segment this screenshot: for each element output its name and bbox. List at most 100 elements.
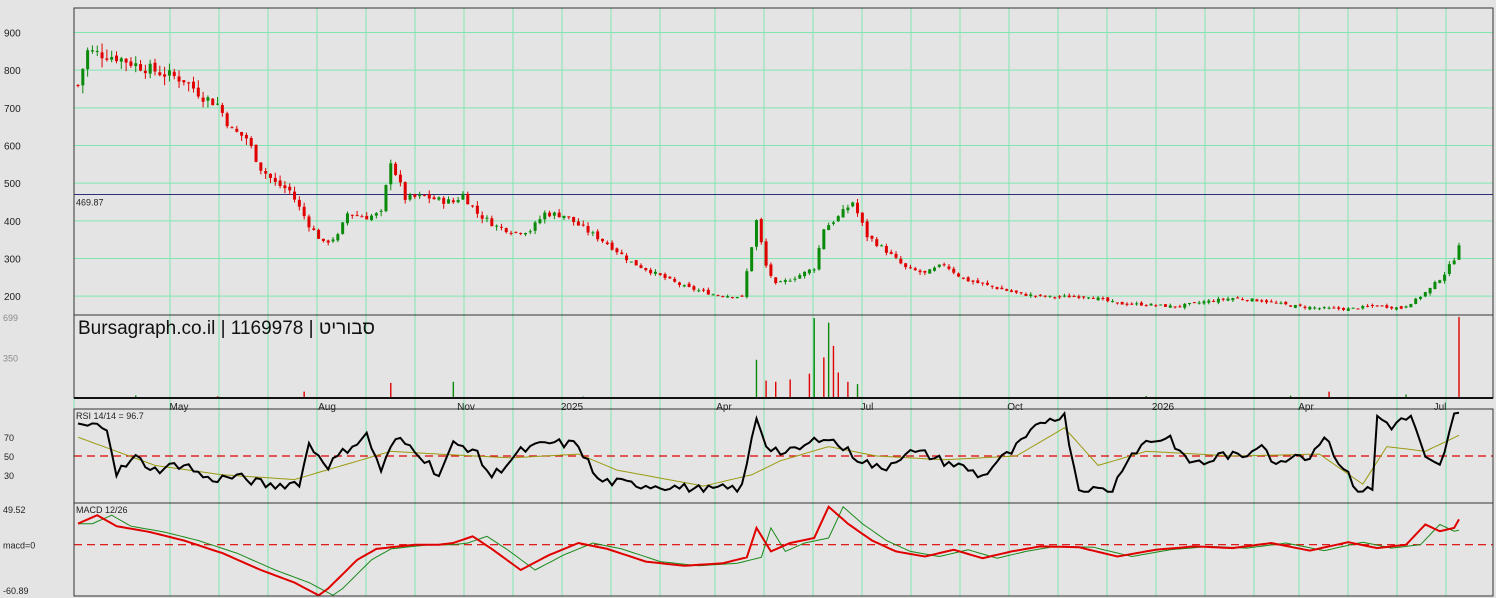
candle-body [1385, 305, 1389, 308]
candle-body [1197, 302, 1201, 304]
candle-body [95, 50, 99, 52]
candle-body [716, 295, 720, 297]
candle-body [509, 232, 513, 234]
candle-body [581, 224, 585, 226]
candle-body [1024, 293, 1028, 296]
candle-body [307, 216, 311, 228]
candle-body [1216, 298, 1220, 303]
candle-body [1168, 305, 1172, 308]
candle-body [268, 173, 272, 178]
candle-body [774, 277, 778, 284]
candle-body [856, 202, 860, 214]
candle-body [1284, 301, 1288, 305]
candle-body [1298, 304, 1302, 306]
x-axis-month-label: Nov [457, 402, 475, 413]
candle-body [639, 265, 643, 268]
candle-body [143, 70, 147, 74]
candle-body [365, 216, 369, 220]
candle-body [1337, 307, 1341, 309]
candle-body [1106, 297, 1110, 302]
candle-body [499, 226, 503, 228]
candle-body [437, 197, 441, 200]
volume-bar [390, 382, 392, 398]
candle-body [702, 289, 706, 291]
candle-body [817, 247, 821, 270]
candle-body [1183, 303, 1187, 308]
candle-body [196, 87, 200, 97]
candle-body [1394, 307, 1398, 310]
candle-body [586, 225, 590, 233]
candle-body [312, 228, 316, 230]
candle-body [278, 180, 282, 186]
candle-body [394, 163, 398, 175]
candle-body [615, 248, 619, 253]
candle-body [985, 282, 989, 285]
candle-body [1077, 296, 1081, 298]
candle-body [1125, 303, 1129, 305]
candle-body [981, 282, 985, 284]
candle-body [1009, 290, 1013, 292]
candle-body [1221, 298, 1225, 300]
candle-body [81, 68, 85, 86]
candle-body [432, 197, 436, 200]
candle-body [1404, 306, 1408, 308]
candle-body [1029, 294, 1033, 296]
candle-body [1342, 307, 1346, 310]
candle-body [673, 279, 677, 282]
candle-body [620, 252, 624, 255]
candle-body [740, 295, 744, 297]
candle-body [605, 242, 609, 245]
candle-body [105, 58, 109, 60]
candle-body [937, 264, 941, 267]
candle-body [730, 297, 734, 299]
rsi-label: RSI 14/14 = 96.7 [76, 411, 144, 421]
candle-body [1038, 294, 1042, 296]
volume-bar [837, 372, 839, 398]
candle-body [1188, 302, 1192, 304]
candle-body [360, 216, 364, 218]
candle-body [976, 280, 980, 284]
rsi-tick-label: 50 [4, 452, 14, 462]
candle-body [663, 274, 667, 278]
candle-body [389, 163, 393, 185]
candle-body [1399, 306, 1403, 309]
candle-body [812, 269, 816, 271]
candle-body [957, 273, 961, 277]
x-axis-month-label: Aug [318, 402, 336, 413]
candle-body [249, 137, 253, 146]
stock-chart: 900 800 700 600 500 400 300 200 469.87 699 350 May A… [0, 0, 1496, 598]
price-tick-label: 800 [4, 66, 21, 77]
candle-body [259, 162, 263, 171]
candle-body [1231, 298, 1235, 301]
volume-bar [789, 379, 791, 398]
candle-body [288, 186, 292, 191]
candle-body [1111, 301, 1115, 303]
candle-body [552, 212, 556, 216]
candle-body [177, 76, 181, 82]
candle-body [779, 281, 783, 283]
candle-body [1317, 308, 1321, 310]
candle-body [230, 127, 234, 129]
candle-body [148, 63, 152, 74]
candle-body [942, 264, 946, 266]
candle-body [1250, 298, 1254, 302]
candle-body [687, 283, 691, 287]
price-tick-label: 300 [4, 254, 21, 265]
candle-body [538, 219, 542, 224]
candle-body [1375, 305, 1379, 307]
candle-body [990, 285, 994, 287]
candle-body [711, 294, 715, 296]
x-axis-month-label: Oct [1007, 402, 1023, 413]
candle-body [1163, 304, 1167, 307]
candle-body [591, 232, 595, 234]
candle-body [745, 271, 749, 297]
candle-body [283, 185, 287, 189]
candle-body [1457, 245, 1461, 260]
candle-body [1173, 306, 1177, 308]
candle-body [86, 50, 90, 70]
candle-body [952, 268, 956, 273]
candle-body [831, 222, 835, 224]
candle-body [913, 268, 917, 271]
candle-body [302, 206, 306, 217]
candle-body [947, 266, 951, 269]
